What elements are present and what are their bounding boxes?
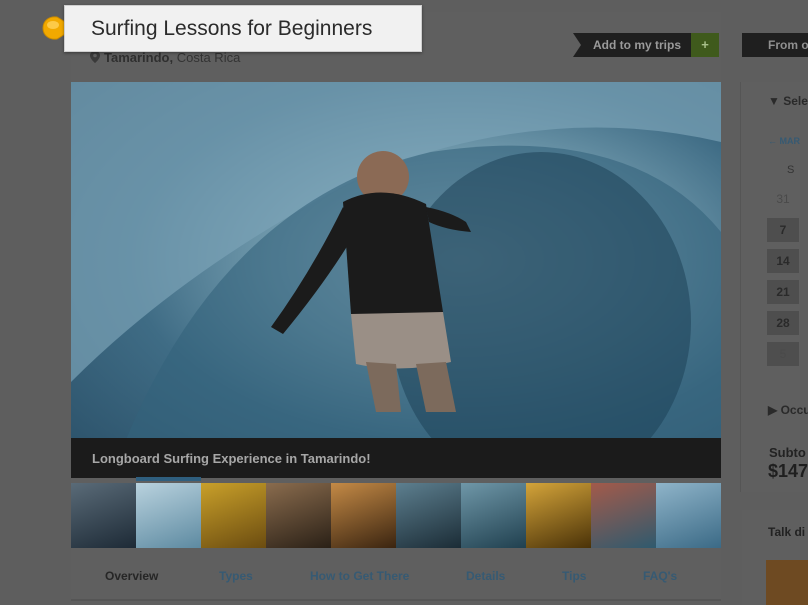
map-pin-icon — [90, 51, 100, 63]
tab-tips[interactable]: Tips — [562, 569, 586, 583]
price-from-label: From o — [768, 38, 808, 52]
occupancy-toggle[interactable]: ▶ Occu — [768, 403, 808, 417]
thumbnail[interactable] — [266, 483, 331, 548]
tab-faqs[interactable]: FAQ's — [643, 569, 677, 583]
thumbnail[interactable] — [331, 483, 396, 548]
tab-details[interactable]: Details — [466, 569, 505, 583]
title-callout: Surfing Lessons for Beginners — [64, 5, 422, 52]
tab-how-to-get-there[interactable]: How to Get There — [310, 569, 409, 583]
location-city: Tamarindo, — [104, 50, 174, 65]
provider-logo — [766, 560, 808, 605]
location-line: Tamarindo, Costa Rica — [90, 50, 240, 65]
price-header: From o — [742, 33, 808, 57]
location-country: Costa Rica — [176, 50, 241, 65]
weekday-header: S — [787, 164, 795, 176]
select-date-toggle[interactable]: ▼ Selec — [768, 94, 808, 108]
tab-overview[interactable]: Overview — [105, 569, 158, 583]
hero-image[interactable]: Longboard Surfing Experience in Tamarind… — [71, 82, 721, 478]
add-to-trips-button[interactable]: Add to my trips + — [573, 33, 720, 57]
calendar-day[interactable]: 7 — [767, 218, 799, 242]
section-tabs: Overview Types How to Get There Details … — [71, 569, 721, 589]
tab-types[interactable]: Types — [219, 569, 253, 583]
calendar-day: 31 — [776, 192, 790, 206]
surfer-photo — [71, 82, 721, 478]
talk-label: Talk di — [768, 525, 806, 539]
caption-bar: Longboard Surfing Experience in Tamarind… — [71, 438, 721, 478]
calendar-day[interactable]: 14 — [767, 249, 799, 273]
thumbnail[interactable] — [526, 483, 591, 548]
thumbnail-strip — [71, 477, 721, 548]
hero-caption: Longboard Surfing Experience in Tamarind… — [92, 451, 371, 466]
thumbnail[interactable] — [136, 477, 201, 548]
ribbon-notch — [573, 33, 581, 57]
add-to-trips-label: Add to my trips — [581, 33, 692, 57]
thumbnail[interactable] — [461, 483, 526, 548]
thumbnail[interactable] — [71, 483, 136, 548]
thumbnail[interactable] — [656, 483, 721, 548]
calendar-day: 5 — [767, 342, 799, 366]
occupancy-label: Occu — [780, 403, 808, 417]
arrow-left-icon: ← — [768, 136, 780, 146]
page-title: Surfing Lessons for Beginners — [91, 17, 373, 40]
thumbnail[interactable] — [591, 483, 656, 548]
calendar-day[interactable]: 21 — [767, 280, 799, 304]
subtotal-value: $147 — [768, 461, 808, 481]
thumbnail[interactable] — [396, 483, 461, 548]
prev-month-link[interactable]: ← MAR — [768, 136, 800, 146]
triangle-right-icon: ▶ — [768, 403, 781, 417]
select-date-label: Selec — [783, 94, 808, 108]
plus-icon[interactable]: + — [691, 33, 720, 57]
triangle-down-icon: ▼ — [768, 94, 784, 108]
thumbnail[interactable] — [201, 483, 266, 548]
calendar-day[interactable]: 28 — [767, 311, 799, 335]
tabs-divider — [71, 599, 721, 601]
subtotal-label: Subto — [769, 445, 806, 460]
month-label: MAR — [779, 136, 801, 146]
